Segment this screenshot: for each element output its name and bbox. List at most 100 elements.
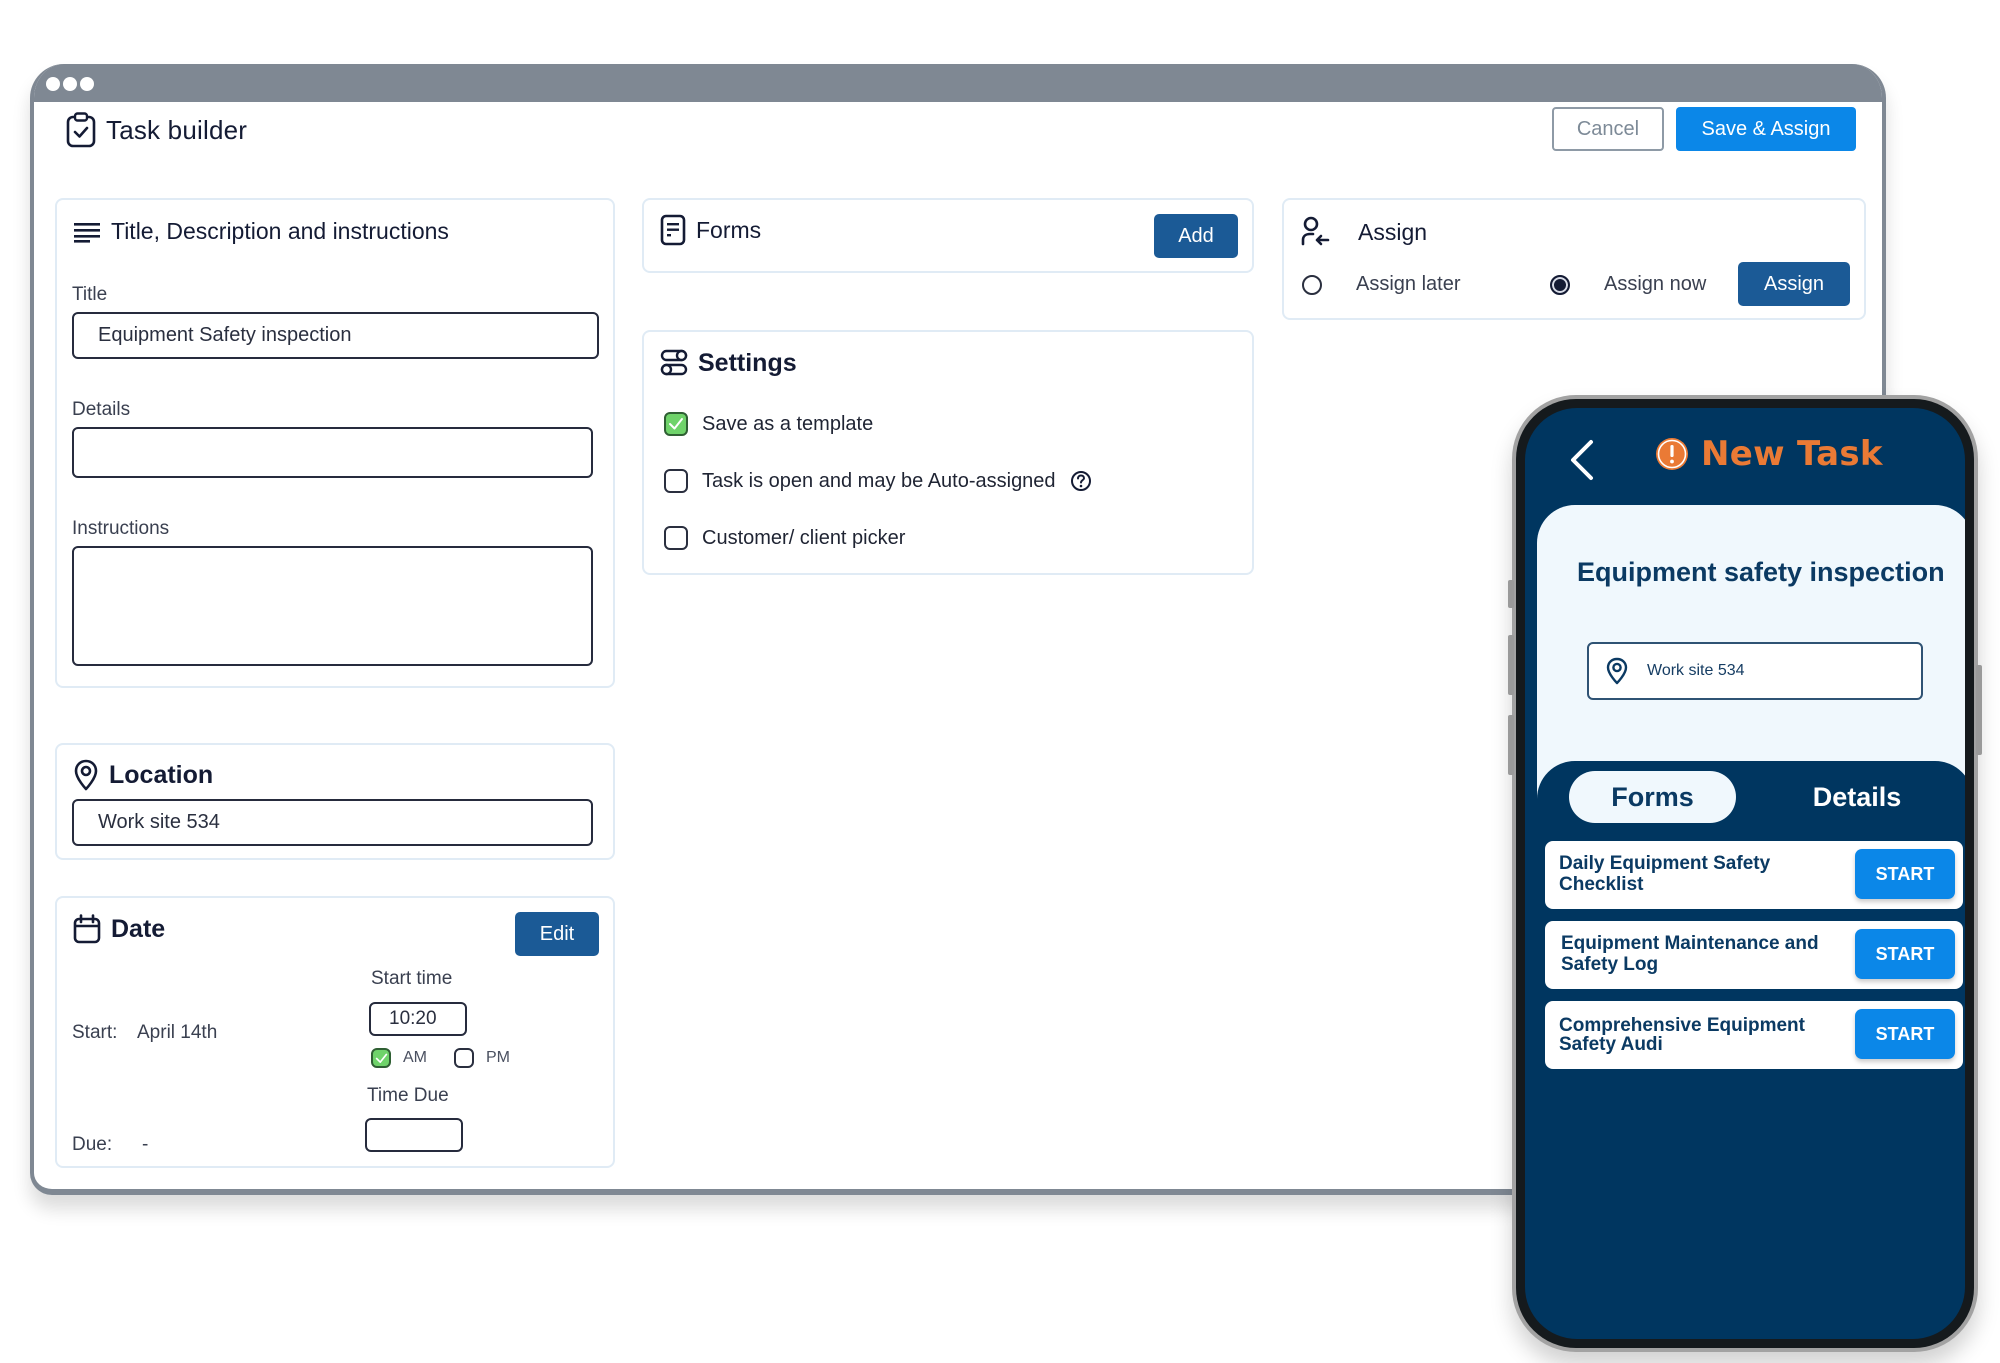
details-input[interactable] bbox=[72, 427, 593, 478]
clipboard-check-icon bbox=[66, 112, 96, 148]
setting-client-picker[interactable]: Customer/ client picker bbox=[664, 526, 905, 550]
phone-side-button bbox=[1976, 665, 1982, 755]
window-dot-minimize[interactable] bbox=[63, 77, 77, 91]
forms-panel-header: Forms bbox=[660, 214, 761, 246]
tab-forms[interactable]: Forms bbox=[1569, 771, 1736, 823]
time-due-label: Time Due bbox=[367, 1085, 449, 1106]
assign-panel: Assign Assign later Assign now Assign bbox=[1282, 198, 1866, 320]
window-dot-close[interactable] bbox=[46, 77, 60, 91]
setting-save-template[interactable]: Save as a template bbox=[664, 412, 873, 436]
assign-panel-header: Assign bbox=[1300, 216, 1427, 248]
location-panel-title: Location bbox=[109, 760, 214, 789]
form-list-item[interactable]: Equipment Maintenance and Safety Log STA… bbox=[1545, 921, 1963, 989]
phone-bezel: New Task Equipment safety inspection Wor… bbox=[1516, 399, 1974, 1348]
details-panel: Title, Description and instructions Titl… bbox=[55, 198, 615, 688]
forms-panel-title: Forms bbox=[696, 216, 762, 243]
user-assign-icon bbox=[1301, 216, 1330, 246]
start-form-button[interactable]: START bbox=[1855, 849, 1955, 899]
assign-now-option[interactable]: Assign now bbox=[1550, 273, 1706, 296]
checkmark-icon bbox=[669, 418, 683, 430]
calendar-icon bbox=[73, 914, 101, 944]
settings-panel-title: Settings bbox=[698, 348, 797, 377]
pm-option[interactable]: PM bbox=[454, 1048, 510, 1068]
map-pin-icon bbox=[74, 759, 98, 791]
phone-side-button bbox=[1508, 715, 1514, 775]
phone-task-title: Equipment safety inspection bbox=[1577, 557, 1945, 587]
date-panel-title: Date bbox=[111, 914, 166, 943]
phone-location-field[interactable]: Work site 534 bbox=[1587, 642, 1923, 700]
due-date-value: - bbox=[142, 1134, 149, 1155]
cancel-button[interactable]: Cancel bbox=[1552, 107, 1664, 151]
window-dot-maximize[interactable] bbox=[80, 77, 94, 91]
am-option[interactable]: AM bbox=[371, 1048, 427, 1068]
client-picker-checkbox[interactable] bbox=[664, 526, 688, 550]
settings-panel: Settings Save as a template Task is open… bbox=[642, 330, 1254, 575]
pm-label: PM bbox=[486, 1049, 510, 1066]
save-template-checkbox[interactable] bbox=[664, 412, 688, 436]
form-name: Daily Equipment Safety Checklist bbox=[1559, 853, 1771, 895]
assign-panel-title: Assign bbox=[1358, 218, 1428, 245]
location-panel: Location bbox=[55, 743, 615, 860]
phone-forms-section: Forms Details Daily Equipment Safety Che… bbox=[1537, 761, 1965, 1281]
location-panel-header: Location bbox=[73, 759, 213, 791]
title-input[interactable] bbox=[72, 312, 599, 359]
assign-now-radio[interactable] bbox=[1550, 274, 1570, 295]
tab-details[interactable]: Details bbox=[1767, 771, 1947, 823]
form-name: Comprehensive Equipment Safety Audi bbox=[1559, 1015, 1805, 1055]
details-panel-title: Title, Description and instructions bbox=[111, 218, 449, 244]
phone-side-button bbox=[1508, 580, 1514, 608]
back-chevron-icon[interactable] bbox=[1567, 438, 1597, 482]
setting-auto-assign[interactable]: Task is open and may be Auto-assigned bbox=[664, 469, 1092, 493]
form-list-item[interactable]: Daily Equipment Safety Checklist START bbox=[1545, 841, 1963, 909]
due-date-label: Due: bbox=[72, 1134, 113, 1155]
assign-later-option[interactable]: Assign later bbox=[1302, 273, 1461, 296]
assign-later-radio[interactable] bbox=[1302, 274, 1322, 295]
window-titlebar bbox=[34, 64, 1882, 102]
client-picker-label: Customer/ client picker bbox=[702, 526, 906, 549]
text-align-icon bbox=[74, 222, 100, 243]
auto-assign-checkbox[interactable] bbox=[664, 469, 688, 493]
phone-mockup: New Task Equipment safety inspection Wor… bbox=[1508, 395, 1982, 1352]
start-date-label: Start: bbox=[72, 1022, 118, 1043]
phone-header-title: New Task bbox=[1701, 434, 1883, 474]
page-title-text: Task builder bbox=[106, 114, 248, 145]
forms-panel: Forms Add bbox=[642, 198, 1254, 273]
window-controls bbox=[46, 77, 94, 91]
am-checkbox[interactable] bbox=[371, 1048, 391, 1068]
save-assign-button[interactable]: Save & Assign bbox=[1676, 107, 1856, 151]
instructions-label: Instructions bbox=[72, 518, 170, 539]
alert-icon bbox=[1656, 438, 1688, 470]
save-template-label: Save as a template bbox=[702, 412, 874, 435]
assign-button[interactable]: Assign bbox=[1738, 262, 1850, 306]
assign-now-label: Assign now bbox=[1604, 273, 1707, 295]
date-panel: Date Edit Start time Start: April 14th A… bbox=[55, 896, 615, 1168]
phone-location-value: Work site 534 bbox=[1647, 662, 1745, 679]
start-form-button[interactable]: START bbox=[1855, 1009, 1955, 1059]
title-label: Title bbox=[72, 284, 108, 305]
edit-date-button[interactable]: Edit bbox=[515, 912, 599, 956]
help-question-icon[interactable] bbox=[1070, 470, 1092, 492]
form-list-item[interactable]: Comprehensive Equipment Safety Audi STAR… bbox=[1545, 1001, 1963, 1069]
instructions-textarea[interactable] bbox=[72, 546, 593, 666]
form-document-icon bbox=[660, 214, 686, 246]
page-title: Task builder bbox=[66, 112, 247, 148]
settings-toggles-icon bbox=[660, 349, 688, 376]
add-form-button[interactable]: Add bbox=[1154, 214, 1238, 258]
assign-later-label: Assign later bbox=[1356, 273, 1461, 295]
map-pin-icon bbox=[1606, 657, 1628, 685]
checkmark-icon bbox=[375, 1053, 387, 1063]
date-panel-header: Date bbox=[73, 914, 165, 944]
form-name: Equipment Maintenance and Safety Log bbox=[1561, 933, 1819, 975]
start-time-input[interactable] bbox=[369, 1002, 467, 1036]
start-date-value: April 14th bbox=[137, 1022, 218, 1043]
pm-checkbox[interactable] bbox=[454, 1048, 474, 1068]
details-label: Details bbox=[72, 399, 131, 420]
phone-side-button bbox=[1508, 635, 1514, 695]
details-panel-header: Title, Description and instructions bbox=[73, 218, 449, 245]
phone-task-card: Equipment safety inspection Work site 53… bbox=[1537, 505, 1965, 805]
start-form-button[interactable]: START bbox=[1855, 929, 1955, 979]
time-due-input[interactable] bbox=[365, 1118, 463, 1152]
am-label: AM bbox=[403, 1049, 427, 1066]
location-input[interactable] bbox=[72, 799, 593, 846]
phone-header: New Task bbox=[1655, 434, 1883, 474]
